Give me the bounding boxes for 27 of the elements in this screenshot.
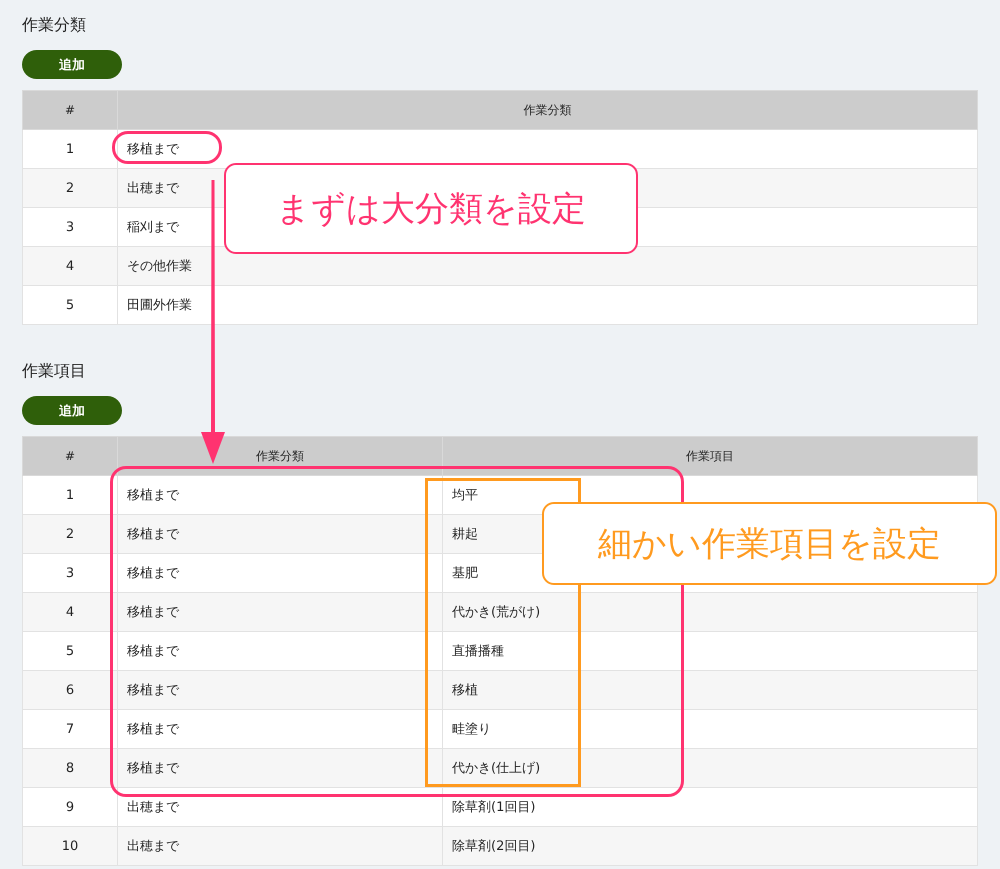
- table-cell: 2: [22, 168, 118, 208]
- table-cell: 代かき(荒がけ): [442, 592, 978, 632]
- column-header[interactable]: 作業分類: [118, 90, 978, 130]
- table-cell: 4: [22, 246, 118, 286]
- table-cell: 移植まで: [118, 748, 442, 788]
- table-cell: 4: [22, 592, 118, 632]
- column-header[interactable]: #: [22, 436, 118, 476]
- table-cell: 出穂まで: [118, 826, 442, 866]
- add-button[interactable]: 追加: [22, 396, 122, 425]
- table-cell: 8: [22, 748, 118, 788]
- section-title: 作業分類: [22, 14, 87, 36]
- column-header[interactable]: #: [22, 90, 118, 130]
- table-cell: 移植まで: [118, 670, 442, 710]
- table-cell: 移植まで: [118, 514, 442, 554]
- table-cell: 5: [22, 286, 118, 324]
- callout-label: 細かい作業項目を設定: [542, 502, 997, 585]
- table-cell: 6: [22, 670, 118, 710]
- table-cell: 移植: [442, 670, 978, 710]
- table-cell: 移植まで: [118, 592, 442, 632]
- column-header[interactable]: 作業分類: [118, 436, 442, 476]
- table-cell: 除草剤(2回目): [442, 826, 978, 866]
- table-cell: 代かき(仕上げ): [442, 748, 978, 788]
- table-cell: 10: [22, 826, 118, 866]
- section-title: 作業項目: [22, 360, 87, 382]
- column-header[interactable]: 作業項目: [442, 436, 978, 476]
- add-button[interactable]: 追加: [22, 50, 122, 79]
- table-cell: 2: [22, 514, 118, 554]
